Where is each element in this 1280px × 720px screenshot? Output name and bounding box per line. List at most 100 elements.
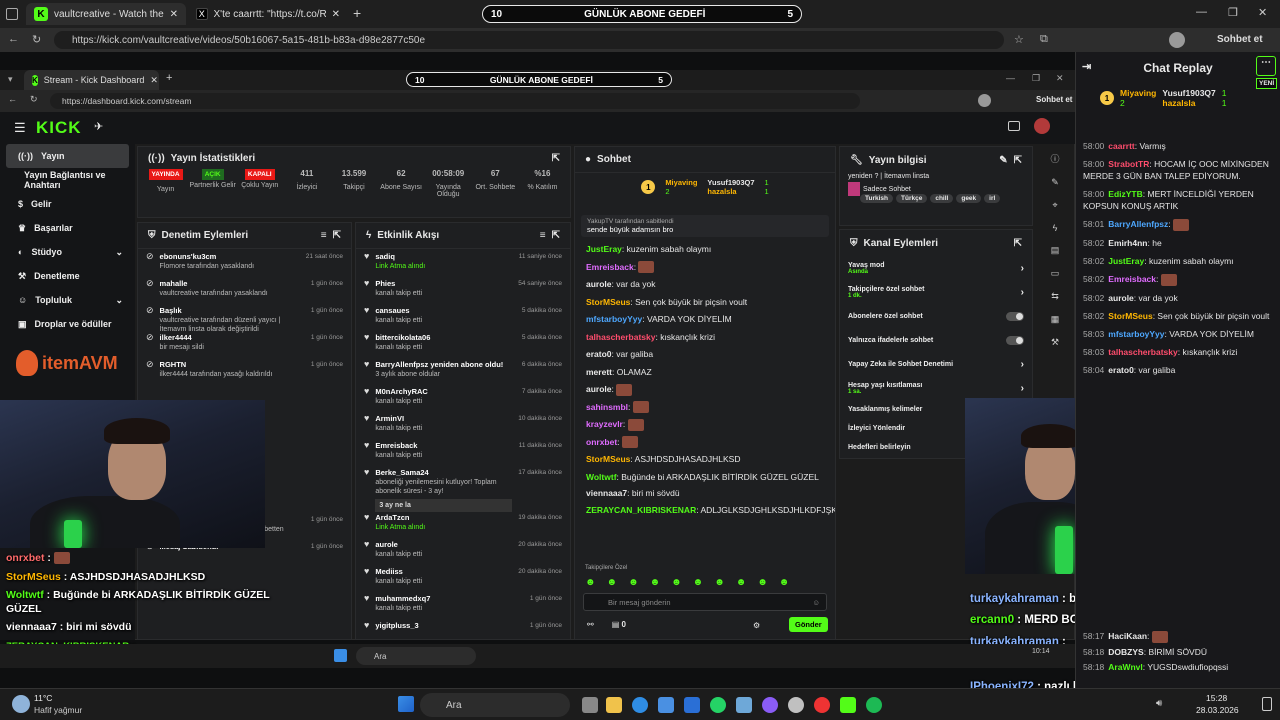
file-explorer-icon[interactable]	[606, 697, 622, 713]
filter-icon[interactable]: ≡	[540, 230, 546, 241]
avatar[interactable]	[978, 94, 991, 107]
document-icon[interactable]: ▤	[1051, 245, 1060, 256]
chat-message[interactable]: JustEray: kuzenim sabah olaymı	[575, 241, 835, 259]
notifications-icon[interactable]	[1262, 697, 1272, 711]
expand-icon[interactable]: ⇱	[552, 153, 560, 164]
replay-message[interactable]: 58:03 mfstarboyYyy: VARDA YOK DİYELİM	[1077, 328, 1277, 340]
sidebar-item-community[interactable]: ☺ Topluluk ⌄	[0, 288, 135, 312]
sidebar-item-drops[interactable]: ▣ Droplar ve ödüller	[0, 312, 135, 336]
emoji-icon[interactable]: ☺	[812, 598, 820, 607]
list-item[interactable]: ♥ cansaues kanalı takip etti 5 dakika önce	[356, 303, 570, 330]
kick-logo[interactable]: KICK	[36, 118, 82, 138]
emote-icon[interactable]: ☻	[693, 577, 704, 588]
list-item[interactable]: ⊘ mahalle vaultcreative tarafından yasakla…	[138, 276, 351, 303]
chat-message[interactable]: viennaaa7: biri mi sövdü	[575, 485, 835, 503]
chat-username[interactable]: Woltwtf	[586, 472, 617, 482]
close-icon[interactable]: ✕	[332, 9, 340, 20]
close-icon[interactable]: ✕	[170, 9, 178, 20]
chat-input[interactable]: Bir mesaj gönderin ☺	[583, 593, 827, 611]
new-tab-icon[interactable]: +	[166, 72, 172, 84]
tab-kick[interactable]: K vaultcreative - Watch the VOD ✕	[26, 3, 186, 25]
list-item[interactable]: ♥ ArminVI kanalı takip etti 10 dakika önce	[356, 411, 570, 438]
chat-username[interactable]: viennaaa7	[586, 488, 627, 498]
replay-message[interactable]: 58:02 Emreisback:	[1077, 273, 1277, 286]
list-item[interactable]: ♥ sadiq Link Atma alındı 11 saniye önce	[356, 249, 570, 276]
whatsapp-icon[interactable]	[710, 697, 726, 713]
task-view-icon[interactable]	[582, 697, 598, 713]
channel-action-item[interactable]: Hesap yaşı kısıtlaması 1 sa. ›	[840, 376, 1032, 400]
chevron-right-icon[interactable]: ›	[1021, 383, 1024, 394]
expand-icon[interactable]: ⇱	[1014, 155, 1022, 166]
maximize-icon[interactable]: ❐	[1032, 73, 1040, 84]
extensions-icon[interactable]: ⧉	[1040, 33, 1048, 46]
replay-username[interactable]: AraWnvl	[1108, 662, 1142, 672]
chat-username[interactable]: krayzevlr	[586, 419, 623, 429]
channel-action-item[interactable]: Yavaş mod Asında ›	[840, 256, 1032, 280]
replay-message[interactable]: 58:02 StorMSeus: Sen çok büyük bir piçsin…	[1077, 310, 1277, 322]
edge-icon[interactable]	[632, 697, 648, 713]
star-icon[interactable]: ☆	[1014, 33, 1024, 46]
sidebar-item-stream-key[interactable]: Yayın Bağlantısı ve Anahtarı	[0, 168, 135, 192]
list-item[interactable]: ♥ muhammedxq7 kanalı takip etti 1 gün önce	[356, 591, 570, 618]
menu-icon[interactable]: ▾	[8, 74, 13, 85]
tag-chip[interactable]: irl	[984, 194, 1001, 203]
url-field[interactable]: https://kick.com/vaultcreative/videos/50…	[54, 31, 1004, 49]
chat-message[interactable]: mfstarboyYyy: VARDA YOK DİYELİM	[575, 311, 835, 329]
list-item[interactable]: ♥ Mediiss kanalı takip etti 20 dakika önce	[356, 564, 570, 591]
chevron-right-icon[interactable]: ›	[1021, 287, 1024, 298]
copilot-button[interactable]: Sohbet et	[1036, 95, 1072, 104]
windows-start-icon[interactable]	[398, 696, 414, 712]
expand-icon[interactable]: ⇱	[333, 230, 341, 241]
list-item[interactable]: ♥ Emreisback kanalı takip etti 11 dakika ön…	[356, 438, 570, 465]
replay-username[interactable]: JustEray	[1108, 256, 1144, 266]
app-icon[interactable]	[736, 697, 752, 713]
toggle-switch[interactable]	[1006, 335, 1024, 345]
toggle-switch[interactable]	[1006, 311, 1024, 321]
more-options-icon[interactable]: ⋯	[1256, 56, 1276, 76]
emote-icon[interactable]: ☻	[628, 577, 639, 588]
chat-message[interactable]: sahinsmbl:	[575, 399, 835, 417]
target-icon[interactable]: ⌖	[1052, 200, 1057, 211]
pinned-message[interactable]: YakupTV tarafından sabitlendi sende büyü…	[581, 215, 829, 237]
pen-icon[interactable]: ✎	[1051, 177, 1059, 188]
tag-chip[interactable]: Türkçe	[896, 194, 928, 203]
channel-action-item[interactable]: Takipçilere özel sohbet 1 dk. ›	[840, 280, 1032, 304]
tag-chip[interactable]: chill	[930, 194, 954, 203]
new-tab-icon[interactable]: +	[353, 5, 361, 21]
taskbar-search[interactable]: Ara	[420, 693, 570, 717]
taskbar-search[interactable]: Ara	[356, 647, 476, 665]
replay-message[interactable]: 58:00 EdizYTB: MERT İNCELDİĞİ YERDEN KOPS…	[1077, 188, 1277, 212]
chat-username[interactable]: mfstarboyYyy	[586, 314, 642, 324]
hamburger-icon[interactable]: ☰	[14, 120, 26, 136]
replay-message[interactable]: 58:00 caarrtt: Varmış	[1077, 140, 1277, 152]
copilot-button[interactable]: Sohbet et	[1217, 34, 1263, 45]
replay-username[interactable]: Emreisback	[1108, 274, 1156, 284]
speaker-icon[interactable]: 🔊︎	[1156, 698, 1162, 709]
replay-message[interactable]: 58:03 talhascherbatsky: kıskançlık krizi	[1077, 346, 1277, 358]
spotify-icon[interactable]	[866, 697, 882, 713]
close-icon[interactable]: ✕	[150, 75, 158, 86]
emote-icon[interactable]: ☻	[650, 577, 661, 588]
chat-icon[interactable]: ▭	[1051, 268, 1060, 279]
chat-message[interactable]: ZERAYCAN_KIBRISKENAR: ADLJGLKSDJGHLKSDJH…	[575, 502, 835, 520]
list-item[interactable]: ⊘ ilker4444 bir mesajı sildi 1 gün önce	[138, 330, 351, 357]
chat-username[interactable]: Emreisback	[586, 262, 634, 272]
back-icon[interactable]: ←	[8, 33, 19, 45]
discord-icon[interactable]	[762, 697, 778, 713]
obs-icon[interactable]	[788, 697, 804, 713]
url-field[interactable]: https://dashboard.kick.com/stream	[50, 93, 860, 109]
send-button[interactable]: Gönder	[789, 617, 828, 632]
tag-chip[interactable]: Turkish	[860, 194, 893, 203]
chat-message[interactable]: Emreisback:	[575, 259, 835, 277]
replay-username[interactable]: StorMSeus	[1108, 311, 1152, 321]
replay-message[interactable]: 58:00 StrabotTR: HOCAM İÇ OOC MİXİNGDEN M…	[1077, 158, 1277, 182]
chat-message[interactable]: StorMSeus: Sen çok büyük bir piçsin voul…	[575, 294, 835, 312]
chat-username[interactable]: merett	[586, 367, 612, 377]
refresh-icon[interactable]: ↻	[32, 33, 41, 46]
replay-message[interactable]: 58:04 erato0: var galiba	[1077, 364, 1277, 376]
mail-icon[interactable]	[684, 697, 700, 713]
chat-message[interactable]: StorMSeus: ASJHDSDJHASADJHLKSD	[575, 451, 835, 469]
replay-username[interactable]: aurole	[1108, 293, 1134, 303]
chat-message[interactable]: erato0: var galiba	[575, 346, 835, 364]
sidebar-item-moderation[interactable]: ⚒ Denetleme	[0, 264, 135, 288]
